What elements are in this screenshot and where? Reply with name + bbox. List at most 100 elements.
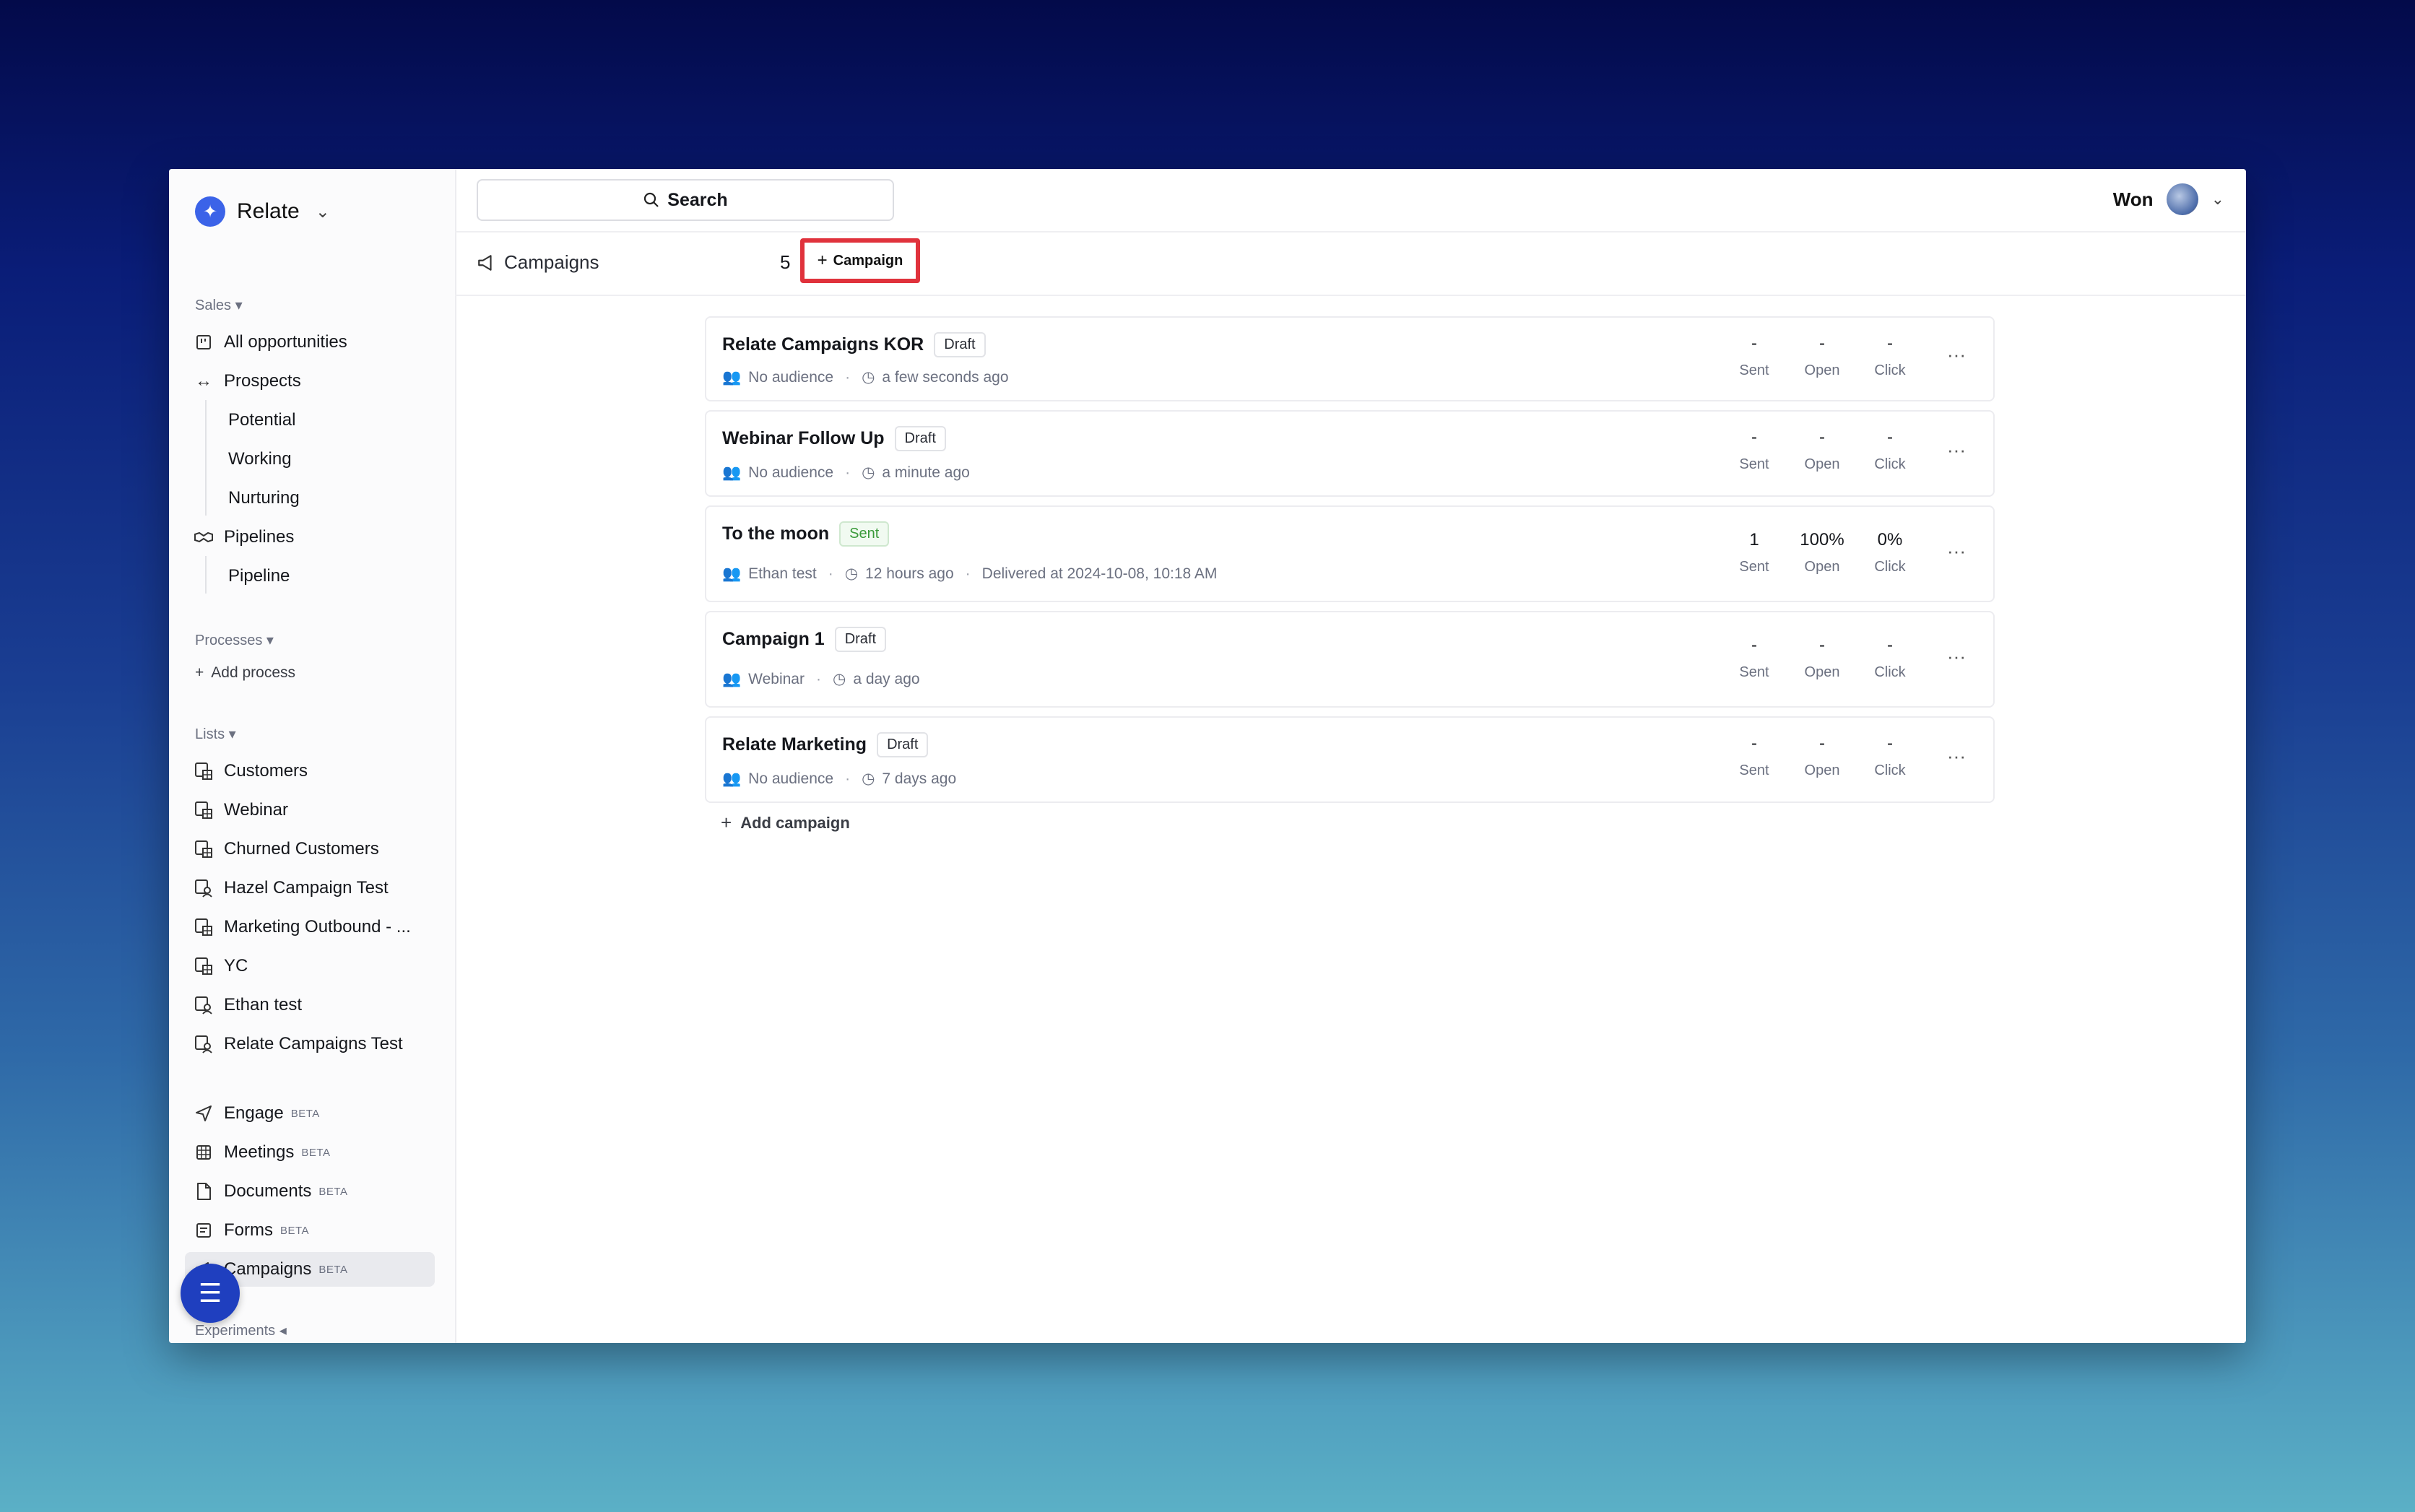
stat-open: - Open (1804, 635, 1840, 680)
list-table-icon (194, 761, 214, 781)
people-icon: 👥 (722, 670, 742, 687)
list-people-icon (194, 1034, 214, 1054)
sidebar-item-pipelines[interactable]: Pipelines (194, 523, 294, 552)
form-icon (194, 1220, 214, 1241)
campaign-row[interactable]: Relate Campaigns KOR Draft 👥 No audience… (705, 316, 1995, 401)
sidebar-item-prospects[interactable]: ↔ Prospects (194, 367, 301, 396)
campaign-time: a day ago (853, 670, 920, 687)
breadcrumb: Campaigns (477, 251, 599, 274)
beta-badge: BETA (318, 1263, 348, 1276)
chat-support-button[interactable]: ☰ (181, 1264, 240, 1323)
page-title: Campaigns (504, 251, 599, 273)
campaign-title-group: To the moon Sent (722, 521, 890, 547)
sidebar-list-customers[interactable]: Customers (194, 757, 308, 786)
add-campaign-button[interactable]: + Add campaign (721, 812, 2011, 834)
campaign-stats: 1 Sent 100% Open 0% Click (1720, 530, 1924, 575)
status-badge: Draft (834, 627, 887, 652)
list-table-icon (194, 839, 214, 859)
search-button[interactable]: Search (477, 179, 894, 221)
tree-line (205, 400, 207, 516)
section-processes[interactable]: Processes ▾ (195, 631, 274, 649)
campaign-delivered: Delivered at 2024-10-08, 10:18 AM (981, 565, 1218, 582)
campaign-row[interactable]: To the moon Sent 👥 Ethan test · ◷ 12 hou… (705, 505, 1995, 602)
section-sales[interactable]: Sales ▾ (195, 296, 243, 314)
more-options-icon[interactable]: ··· (1947, 439, 1966, 461)
campaign-row[interactable]: Relate Marketing Draft 👥 No audience · ◷… (705, 716, 1995, 803)
more-options-icon[interactable]: ··· (1947, 745, 1966, 768)
separator: · (845, 770, 851, 787)
stat-sent: - Sent (1739, 334, 1769, 378)
separator: · (845, 464, 851, 481)
sidebar-item-pipeline[interactable]: Pipeline (228, 566, 290, 586)
campaign-audience: No audience (748, 770, 834, 787)
plus-icon: + (721, 812, 732, 833)
list-table-icon (194, 917, 214, 937)
sidebar-list-ethan-test[interactable]: Ethan test (194, 991, 302, 1020)
sidebar-item-engage[interactable]: Engage BETA (194, 1099, 320, 1128)
app-window: ✦ Relate ⌄ Sales ▾ All opportunities ↔ P… (169, 169, 2246, 1343)
tree-line (205, 556, 207, 594)
campaign-row[interactable]: Webinar Follow Up Draft 👥 No audience · … (705, 410, 1995, 497)
sidebar-item-documents[interactable]: Documents BETA (194, 1177, 347, 1206)
new-campaign-highlight: + Campaign (800, 238, 920, 283)
sidebar-item-potential[interactable]: Potential (228, 410, 295, 430)
campaign-meta: 👥 No audience · ◷ 7 days ago (722, 770, 956, 788)
campaign-name: Webinar Follow Up (722, 428, 885, 448)
campaign-list: Relate Campaigns KOR Draft 👥 No audience… (705, 316, 1995, 834)
sidebar-list-relate-campaigns-test[interactable]: Relate Campaigns Test (194, 1030, 403, 1059)
sidebar-item-meetings[interactable]: Meetings BETA (194, 1138, 330, 1167)
stat-open: - Open (1804, 734, 1840, 778)
campaign-time: a minute ago (882, 464, 970, 481)
section-lists[interactable]: Lists ▾ (195, 725, 236, 743)
sidebar-item-all-opportunities[interactable]: All opportunities (194, 328, 347, 357)
campaign-row[interactable]: Campaign 1 Draft 👥 Webinar · ◷ a day ago… (705, 611, 1995, 708)
handshake-icon (194, 527, 214, 547)
sidebar-list-hazel-campaign-test[interactable]: Hazel Campaign Test (194, 874, 389, 903)
status-badge: Draft (894, 426, 946, 451)
people-icon: 👥 (722, 565, 742, 582)
campaign-stats: - Sent - Open - Click (1720, 635, 1924, 681)
beta-badge: BETA (301, 1146, 331, 1159)
list-table-icon (194, 956, 214, 976)
sidebar-item-label: Meetings (224, 1142, 295, 1162)
sidebar-item-label: Ethan test (224, 995, 303, 1014)
relate-logo-icon: ✦ (195, 196, 225, 227)
stat-click: - Click (1874, 734, 1906, 778)
workspace-switcher[interactable]: ✦ Relate ⌄ (195, 196, 330, 227)
user-menu[interactable]: Won ⌄ (2113, 183, 2224, 215)
sidebar-list-yc[interactable]: YC (194, 952, 248, 981)
sidebar-list-webinar[interactable]: Webinar (194, 796, 288, 825)
search-icon (643, 191, 660, 209)
people-icon: 👥 (722, 770, 742, 787)
more-options-icon[interactable]: ··· (1947, 540, 1966, 562)
arrows-horizontal-icon: ↔ (195, 371, 212, 391)
clock-icon: ◷ (862, 369, 875, 386)
stat-click: 0% Click (1874, 530, 1906, 575)
new-campaign-button[interactable]: + Campaign (817, 251, 903, 271)
add-process-button[interactable]: + Add process (195, 664, 295, 682)
more-options-icon[interactable]: ··· (1947, 646, 1966, 668)
sidebar-item-working[interactable]: Working (228, 449, 292, 469)
sidebar-list-marketing-outbound[interactable]: Marketing Outbound - ... (194, 913, 411, 942)
more-options-icon[interactable]: ··· (1947, 344, 1966, 366)
chevron-down-icon: ⌄ (315, 201, 330, 222)
campaign-meta: 👥 No audience · ◷ a minute ago (722, 464, 970, 482)
beta-badge: BETA (290, 1107, 320, 1120)
sidebar-item-label: Pipelines (224, 527, 295, 547)
board-icon (194, 332, 214, 352)
status-badge: Draft (877, 732, 929, 757)
workspace-name: Relate (237, 199, 300, 223)
campaign-title-group: Relate Marketing Draft (722, 732, 929, 757)
separator: · (965, 565, 971, 582)
sidebar-item-nurturing[interactable]: Nurturing (228, 488, 300, 508)
list-table-icon (194, 800, 214, 820)
plus-icon: + (195, 664, 204, 681)
sidebar-item-label: All opportunities (224, 332, 347, 352)
separator: · (815, 670, 821, 687)
list-people-icon (194, 878, 214, 898)
section-experiments[interactable]: Experiments ◂ (195, 1321, 287, 1339)
sidebar-item-forms[interactable]: Forms BETA (194, 1216, 309, 1245)
campaign-audience: No audience (748, 464, 834, 481)
sidebar-list-churned-customers[interactable]: Churned Customers (194, 835, 379, 864)
stat-sent: 1 Sent (1739, 530, 1769, 575)
